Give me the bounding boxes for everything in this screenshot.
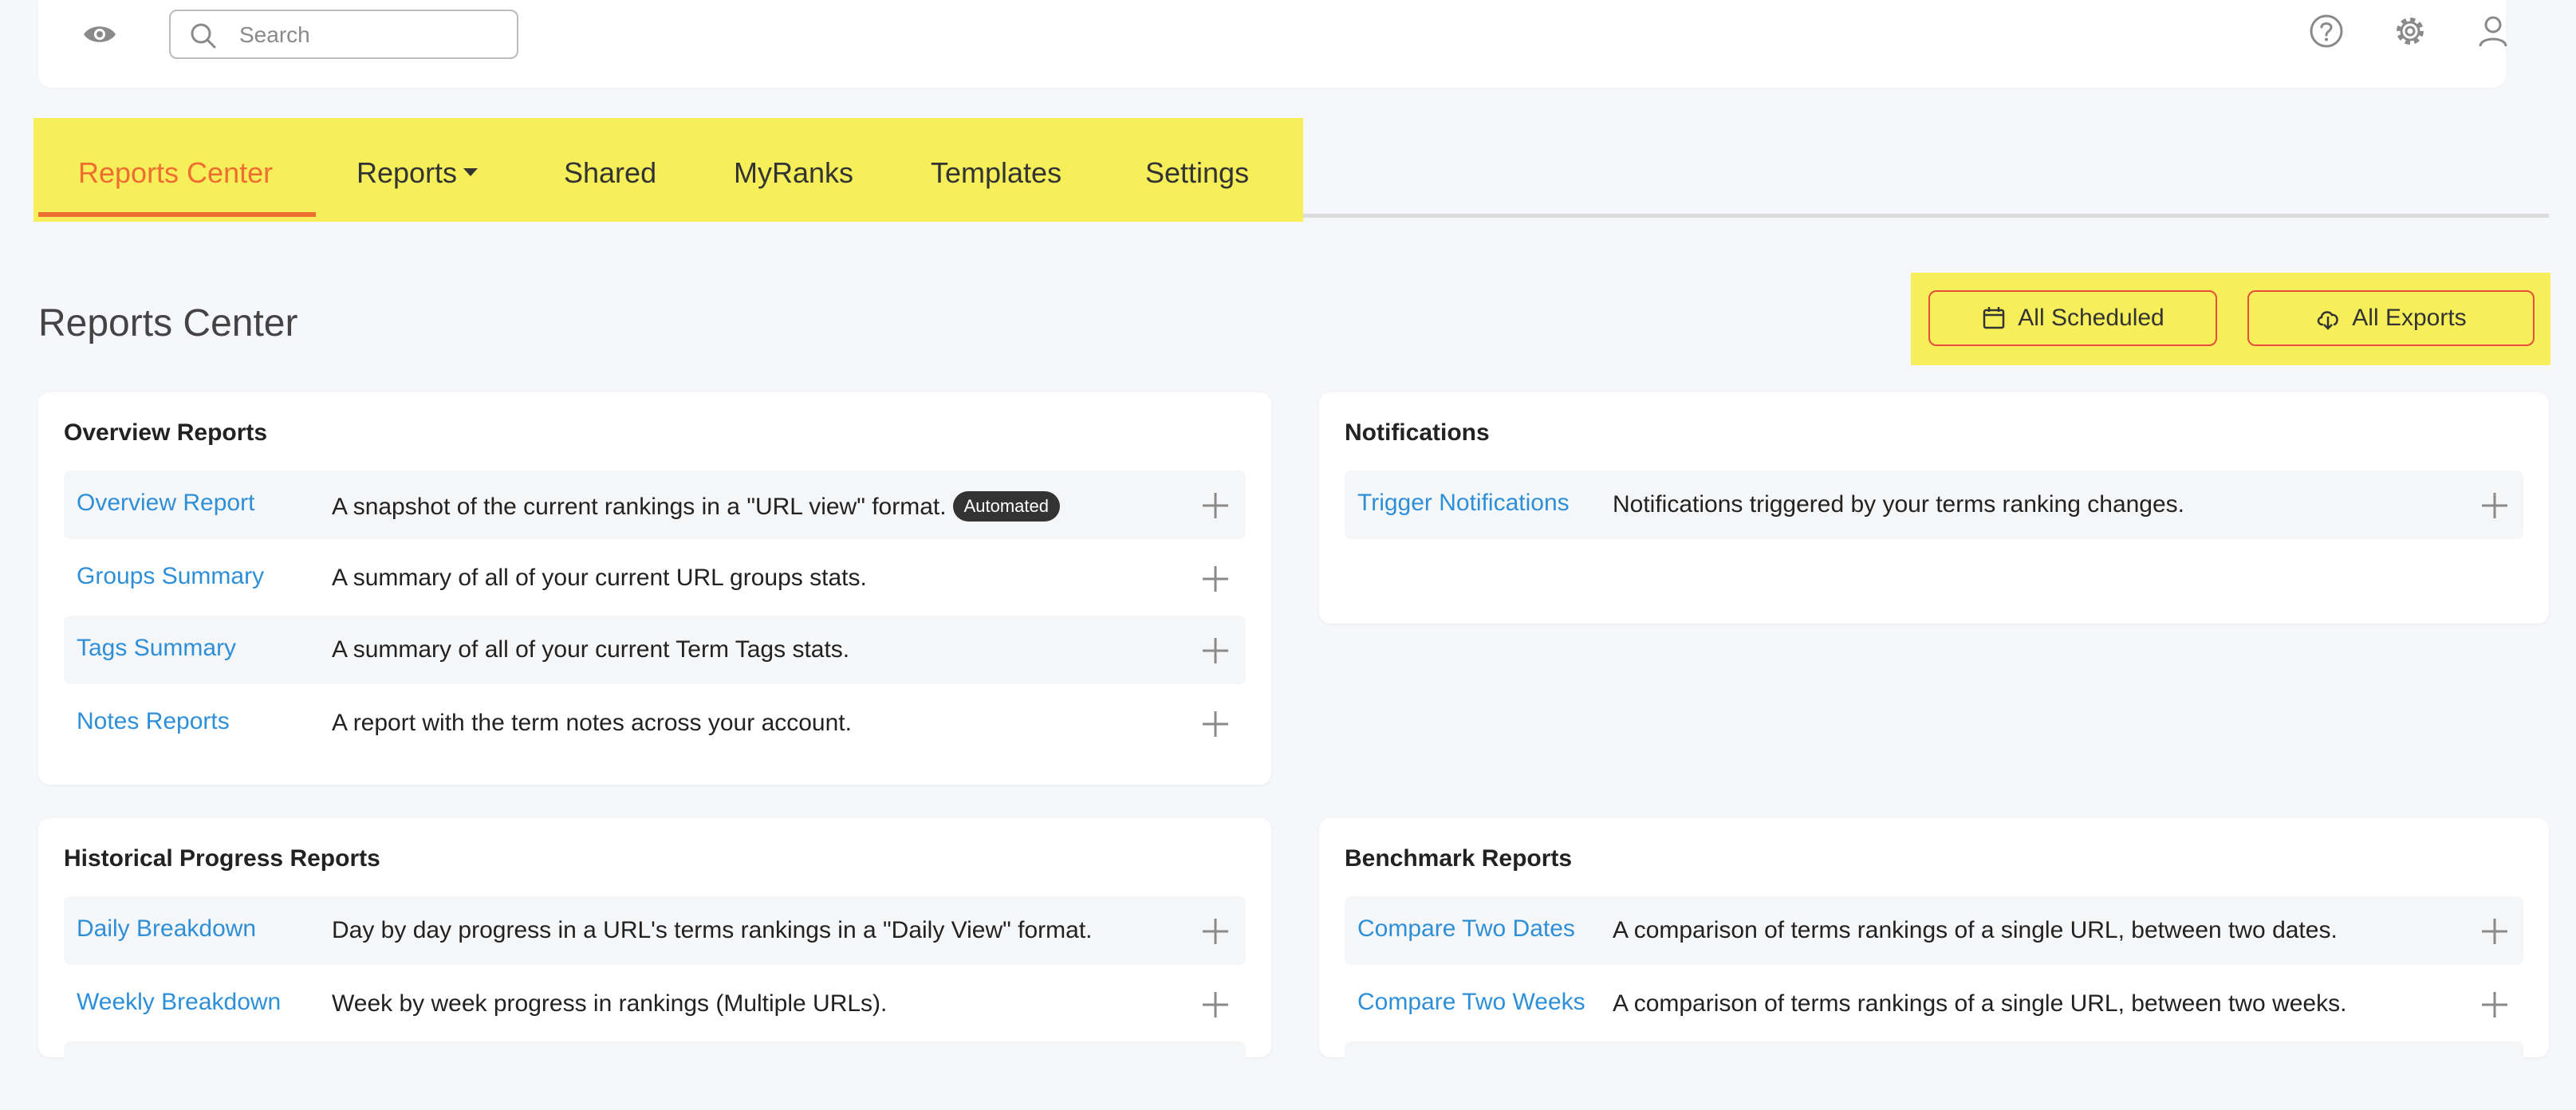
- page-title: Reports Center: [38, 302, 298, 344]
- report-description: A summary of all of your current URL gro…: [332, 565, 867, 591]
- tab-shared[interactable]: Shared: [564, 156, 656, 190]
- card-title: Historical Progress Reports: [64, 845, 380, 872]
- report-link-trigger-notifications[interactable]: Trigger Notifications: [1357, 490, 1570, 517]
- plus-icon[interactable]: [1201, 990, 1230, 1019]
- tab-templates[interactable]: Templates: [931, 156, 1062, 190]
- benchmark-reports-card: Benchmark Reports Compare Two Dates A co…: [1319, 818, 2549, 1110]
- report-row: Daily Breakdown Day by day progress in a…: [64, 896, 1246, 965]
- plus-icon[interactable]: [2480, 491, 2509, 520]
- card-title: Notifications: [1345, 419, 1490, 446]
- notifications-card: Notifications Trigger Notifications Noti…: [1319, 392, 2549, 624]
- search-input[interactable]: [238, 16, 504, 54]
- report-row: Tags Summary A summary of all of your cu…: [64, 616, 1246, 684]
- caret-down-icon: [463, 168, 479, 176]
- all-scheduled-label: All Scheduled: [2018, 305, 2164, 331]
- report-row: Notes Reports A report with the term not…: [64, 689, 1246, 758]
- all-exports-label: All Exports: [2352, 305, 2467, 331]
- report-description: Day by day progress in a URL's terms ran…: [332, 917, 1093, 943]
- tab-reports-label: Reports: [356, 156, 458, 189]
- all-exports-button[interactable]: All Exports: [2247, 290, 2535, 346]
- report-description-text: A snapshot of the current rankings in a …: [332, 494, 947, 520]
- tab-reports-center[interactable]: Reports Center: [78, 156, 273, 190]
- plus-icon[interactable]: [1201, 710, 1230, 738]
- report-row: Groups Summary A summary of all of your …: [64, 544, 1246, 612]
- report-link-weekly-breakdown[interactable]: Weekly Breakdown: [77, 989, 281, 1016]
- report-description: A comparison of terms rankings of a sing…: [1613, 917, 2338, 943]
- report-description: A comparison of terms rankings of a sing…: [1613, 990, 2347, 1017]
- report-row: Compare Two Weeks A comparison of terms …: [1345, 970, 2523, 1038]
- report-description: Notifications triggered by your terms ra…: [1613, 491, 2185, 518]
- report-link-compare-two-weeks[interactable]: Compare Two Weeks: [1357, 989, 1585, 1016]
- cloud-download-icon: [2318, 311, 2339, 330]
- all-scheduled-button[interactable]: All Scheduled: [1928, 290, 2217, 346]
- overview-reports-card: Overview Reports Overview Report A snaps…: [38, 392, 1271, 785]
- tab-reports[interactable]: Reports: [356, 156, 479, 190]
- card-title: Benchmark Reports: [1345, 845, 1573, 872]
- gear-icon[interactable]: [2392, 13, 2428, 49]
- tabs-divider: [1303, 214, 2549, 218]
- report-link-groups-summary[interactable]: Groups Summary: [77, 563, 264, 590]
- tab-settings[interactable]: Settings: [1145, 156, 1249, 190]
- help-icon[interactable]: [2308, 13, 2345, 49]
- eye-icon[interactable]: [81, 21, 118, 48]
- report-description: A report with the term notes across your…: [332, 710, 852, 736]
- user-icon[interactable]: [2475, 13, 2511, 49]
- active-tab-indicator: [38, 212, 316, 217]
- plus-icon[interactable]: [1201, 636, 1230, 665]
- tab-myranks[interactable]: MyRanks: [734, 156, 853, 190]
- report-row: Weekly Breakdown Week by week progress i…: [64, 970, 1246, 1038]
- plus-icon[interactable]: [1201, 565, 1230, 593]
- report-row: Compare Two Dates A comparison of terms …: [1345, 896, 2523, 965]
- report-link-daily-breakdown[interactable]: Daily Breakdown: [77, 915, 256, 943]
- report-row: Trigger Notifications Notifications trig…: [1345, 470, 2523, 539]
- historical-progress-card: Historical Progress Reports Daily Breakd…: [38, 818, 1271, 1110]
- plus-icon[interactable]: [2480, 990, 2509, 1019]
- top-bar: [38, 0, 2507, 88]
- plus-icon[interactable]: [1201, 491, 1230, 520]
- report-link-notes-reports[interactable]: Notes Reports: [77, 708, 230, 735]
- report-description: A snapshot of the current rankings in a …: [332, 491, 1060, 522]
- report-link-tags-summary[interactable]: Tags Summary: [77, 635, 236, 662]
- card-title: Overview Reports: [64, 419, 268, 446]
- report-description: A summary of all of your current Term Ta…: [332, 636, 850, 663]
- report-row: [1345, 1041, 2523, 1110]
- automated-badge: Automated: [952, 491, 1060, 522]
- report-row: Overview Report A snapshot of the curren…: [64, 470, 1246, 539]
- report-link-compare-two-dates[interactable]: Compare Two Dates: [1357, 915, 1575, 943]
- plus-icon[interactable]: [2480, 917, 2509, 946]
- search-box: [169, 10, 518, 59]
- calendar-icon: [1983, 307, 2005, 329]
- report-description: Week by week progress in rankings (Multi…: [332, 990, 888, 1017]
- report-row: [64, 1041, 1246, 1110]
- search-icon: [190, 22, 217, 49]
- report-link-overview-report[interactable]: Overview Report: [77, 490, 254, 517]
- plus-icon[interactable]: [1201, 917, 1230, 946]
